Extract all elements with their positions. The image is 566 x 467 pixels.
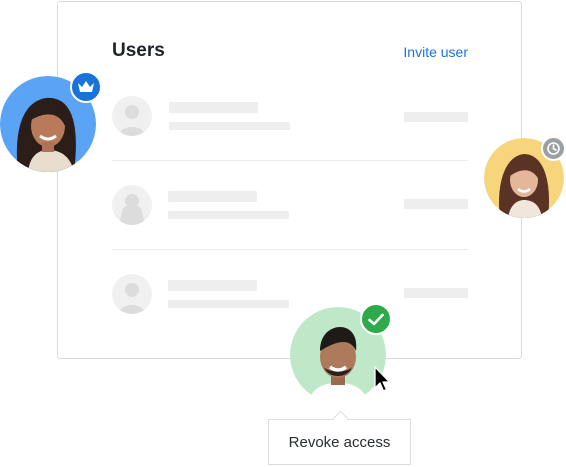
mouse-cursor-icon bbox=[373, 366, 391, 394]
name-skeleton bbox=[168, 280, 257, 291]
revoke-access-label: Revoke access bbox=[288, 433, 391, 451]
detail-skeleton bbox=[168, 211, 289, 219]
avatar-placeholder bbox=[112, 96, 152, 136]
detail-skeleton bbox=[169, 122, 290, 130]
user-row[interactable] bbox=[112, 96, 468, 161]
user-row[interactable] bbox=[112, 274, 468, 338]
invite-user-link[interactable]: Invite user bbox=[403, 44, 468, 60]
user-row[interactable] bbox=[112, 185, 468, 250]
avatar-placeholder bbox=[112, 274, 152, 314]
name-skeleton bbox=[169, 102, 258, 113]
crown-icon bbox=[70, 71, 102, 103]
role-skeleton bbox=[404, 112, 468, 122]
role-skeleton bbox=[404, 199, 468, 209]
clock-icon bbox=[541, 136, 566, 161]
detail-skeleton bbox=[168, 300, 289, 308]
check-icon bbox=[360, 303, 392, 335]
panel-title: Users bbox=[112, 40, 165, 61]
role-skeleton bbox=[404, 288, 468, 298]
name-skeleton bbox=[168, 191, 257, 202]
avatar-placeholder bbox=[112, 185, 152, 225]
